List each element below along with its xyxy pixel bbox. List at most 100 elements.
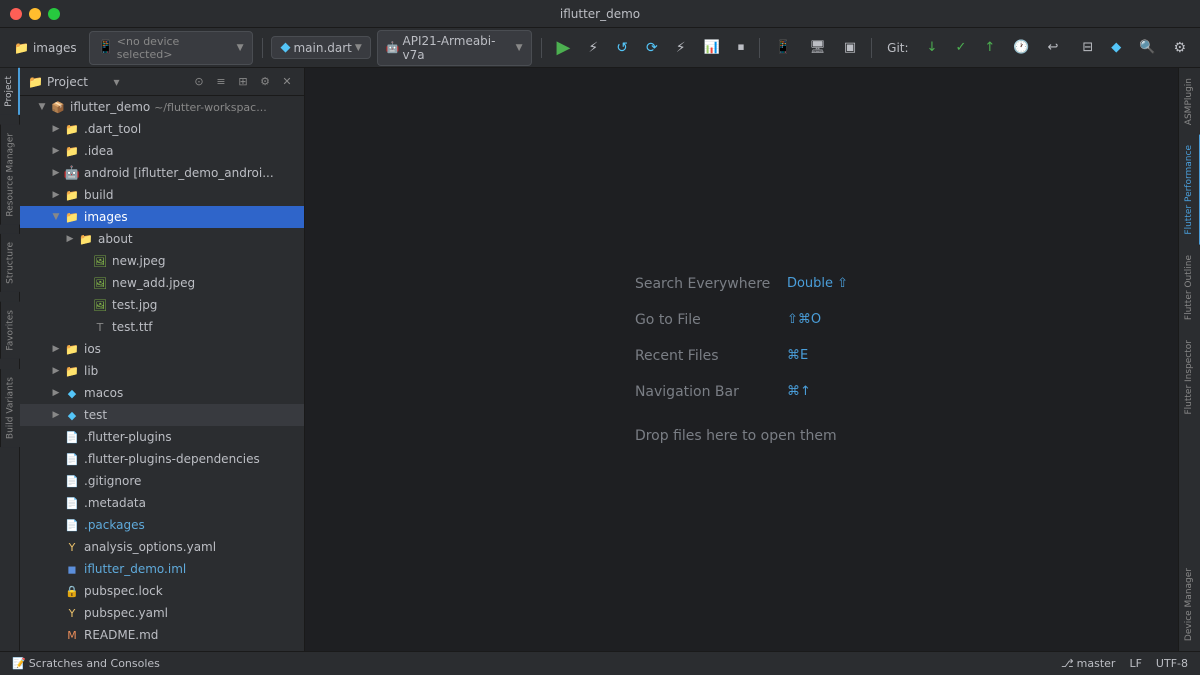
panel-locate-btn[interactable]: ⊙	[190, 73, 208, 91]
tree-dart-tool[interactable]: ▶ 📁 .dart_tool	[20, 118, 304, 140]
tree-test[interactable]: ▶ ◆ test	[20, 404, 304, 426]
close-button[interactable]	[10, 8, 22, 20]
hot-restart-button[interactable]: ⟳	[640, 37, 664, 59]
tree-macos[interactable]: ▶ ◆ macos	[20, 382, 304, 404]
tree-gitignore[interactable]: 📄 .gitignore	[20, 470, 304, 492]
git-push-icon: ↑	[984, 40, 995, 55]
tree-test-ttf[interactable]: T test.ttf	[20, 316, 304, 338]
tree-packages[interactable]: 📄 .packages	[20, 514, 304, 536]
tree-root[interactable]: ▼ 📦 iflutter_demo ~/flutter-workspac...	[20, 96, 304, 118]
git-update-btn[interactable]: ↓	[921, 37, 944, 58]
search-everywhere-btn[interactable]: 🔍	[1133, 37, 1161, 58]
panel-dropdown-arrow[interactable]: ▾	[113, 75, 119, 89]
tree-flutter-plugins-deps[interactable]: 📄 .flutter-plugins-dependencies	[20, 448, 304, 470]
run-file-selector[interactable]: ◆ main.dart ▼	[271, 36, 370, 59]
tree-iml[interactable]: ◼ iflutter_demo.iml	[20, 558, 304, 580]
git-revert-icon: ↩	[1047, 40, 1058, 55]
lightning-button[interactable]: ⚡	[670, 37, 692, 59]
pubspec-lock-label: pubspec.lock	[84, 584, 163, 598]
status-scratches[interactable]: 📝 Scratches and Consoles	[8, 652, 164, 675]
analysis-label: analysis_options.yaml	[84, 540, 216, 554]
about-label: about	[98, 232, 133, 246]
flutter-plugins-label: .flutter-plugins	[84, 430, 172, 444]
tree-metadata[interactable]: 📄 .metadata	[20, 492, 304, 514]
api-selector[interactable]: 🤖 API21-Armeabi-v7a ▼	[377, 30, 532, 66]
terminal-btn[interactable]: ▣	[838, 37, 862, 58]
search-icon: 🔍	[1139, 40, 1155, 55]
search-everywhere-row: Search Everywhere Double ⇧	[635, 276, 848, 292]
status-utf8[interactable]: UTF-8	[1152, 652, 1192, 675]
tree-test-jpg[interactable]: 🖼 test.jpg	[20, 294, 304, 316]
run-button[interactable]: ▶	[551, 34, 577, 61]
search-everywhere-shortcut: Double ⇧	[787, 276, 848, 291]
tree-readme[interactable]: M README.md	[20, 624, 304, 646]
stop-button[interactable]: ⏹	[732, 37, 751, 58]
status-git[interactable]: ⎇ master	[1057, 652, 1119, 675]
tab-build-variants[interactable]: Build Variants	[0, 369, 20, 447]
right-tab-flutter-inspector[interactable]: Flutter Inspector	[1179, 330, 1200, 425]
toolbar-separator-1	[262, 38, 263, 58]
android-label: android [iflutter_demo_androi...	[84, 166, 274, 180]
iml-icon: ◼	[64, 561, 80, 577]
tree-flutter-plugins[interactable]: 📄 .flutter-plugins	[20, 426, 304, 448]
tree-analysis-options[interactable]: Y analysis_options.yaml	[20, 536, 304, 558]
tree-pubspec-yaml[interactable]: Y pubspec.yaml	[20, 602, 304, 624]
run-icon: ▶	[557, 37, 571, 58]
tab-resource-manager[interactable]: Resource Manager	[0, 125, 20, 225]
right-tab-flutter-outline[interactable]: Flutter Outline	[1179, 245, 1200, 330]
new-add-icon: 🖼	[92, 275, 108, 291]
panel-close-btn[interactable]: ✕	[278, 73, 296, 91]
right-tab-asm[interactable]: ASMPlugin	[1179, 68, 1200, 135]
git-history-btn[interactable]: 🕐	[1007, 37, 1035, 58]
test-label: test	[84, 408, 107, 422]
git-push-btn[interactable]: ↑	[978, 37, 1001, 58]
dart-tool-label: .dart_tool	[84, 122, 141, 136]
avd-btn[interactable]: 🖥	[803, 37, 832, 58]
tree-about[interactable]: ▶ 📁 about	[20, 228, 304, 250]
profile-button[interactable]: 📊	[698, 37, 726, 58]
window-title: iflutter_demo	[560, 7, 640, 21]
maximize-button[interactable]	[48, 8, 60, 20]
right-tab-flutter-perf[interactable]: Flutter Performance	[1179, 135, 1200, 245]
build-button[interactable]: ⚡	[582, 37, 604, 59]
tree-pubspec-lock[interactable]: 🔒 pubspec.lock	[20, 580, 304, 602]
tree-android[interactable]: ▶ 🤖 android [iflutter_demo_androi...	[20, 162, 304, 184]
breadcrumb-folder[interactable]: 📁 images	[8, 38, 83, 58]
panel-collapse-btn[interactable]: ≡	[212, 73, 230, 91]
status-lf[interactable]: LF	[1125, 652, 1145, 675]
tree-ios[interactable]: ▶ 📁 ios	[20, 338, 304, 360]
file-tree: ▼ 📦 iflutter_demo ~/flutter-workspac... …	[20, 96, 304, 651]
tree-new-jpeg[interactable]: 🖼 new.jpeg	[20, 250, 304, 272]
tree-build[interactable]: ▶ 📁 build	[20, 184, 304, 206]
test-jpg-label: test.jpg	[112, 298, 157, 312]
tree-lib[interactable]: ▶ 📁 lib	[20, 360, 304, 382]
git-revert-btn[interactable]: ↩	[1041, 37, 1064, 58]
minimize-button[interactable]	[29, 8, 41, 20]
git-branch-label: master	[1077, 657, 1116, 670]
settings-btn[interactable]: ⚙	[1167, 37, 1192, 59]
pubspec-yaml-label: pubspec.yaml	[84, 606, 168, 620]
hot-reload-button[interactable]: ↺	[610, 37, 634, 59]
device-mgr-btn[interactable]: 📱	[769, 37, 797, 58]
right-tab-device-manager[interactable]: Device Manager	[1179, 558, 1200, 651]
device-selector[interactable]: 📱 <no device selected> ▼	[89, 31, 253, 65]
panel-folder-icon: 📁	[28, 75, 43, 89]
tab-project[interactable]: Project	[0, 68, 20, 115]
tree-idea[interactable]: ▶ 📁 .idea	[20, 140, 304, 162]
git-commit-btn[interactable]: ✓	[949, 37, 972, 58]
tab-structure[interactable]: Structure	[0, 234, 20, 292]
panel-header: 📁 Project ▾ ⊙ ≡ ⊞ ⚙ ✕	[20, 68, 304, 96]
panel-settings-btn[interactable]: ⚙	[256, 73, 274, 91]
tab-favorites[interactable]: Favorites	[0, 302, 20, 359]
status-bar: 📝 Scratches and Consoles ⎇ master LF UTF…	[0, 651, 1200, 675]
build-icon: ⚡	[588, 40, 598, 56]
tree-new-add-jpeg[interactable]: 🖼 new_add.jpeg	[20, 272, 304, 294]
packages-label: .packages	[84, 518, 145, 532]
build-label: build	[84, 188, 114, 202]
flutter-btn[interactable]: ◆	[1105, 37, 1127, 58]
editor-area: Search Everywhere Double ⇧ Go to File ⇧⌘…	[305, 68, 1178, 651]
tree-images[interactable]: ▼ 📁 images	[20, 206, 304, 228]
git-label: Git:	[887, 41, 908, 55]
editor-layout-btn[interactable]: ⊟	[1076, 37, 1099, 58]
panel-expand-btn[interactable]: ⊞	[234, 73, 252, 91]
